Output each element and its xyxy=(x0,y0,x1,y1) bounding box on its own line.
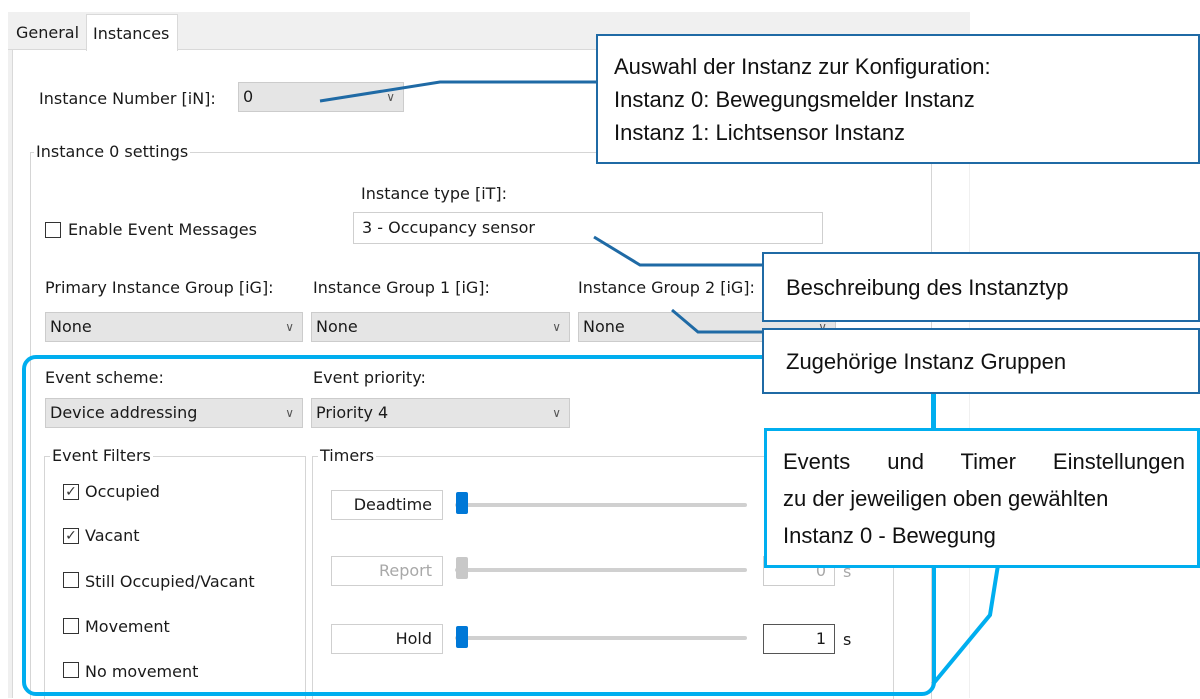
callout-line: zu der jeweiligen oben gewählten xyxy=(783,486,1109,511)
callout-connector-events-bottom xyxy=(931,564,1000,686)
callout-line: Events und Timer Einstellungen xyxy=(783,449,1185,474)
callout-line: Instanz 1: Lichtsensor Instanz xyxy=(614,120,906,145)
callout-groups: Zugehörige Instanz Gruppen xyxy=(762,328,1200,394)
callout-line: Instanz 0: Bewegungsmelder Instanz xyxy=(614,87,975,112)
callout-instance-type: Beschreibung des Instanztyp xyxy=(762,252,1200,322)
callout-connector-groups xyxy=(671,308,762,334)
callout-connector-instance xyxy=(319,80,598,103)
callout-connector-type xyxy=(593,235,762,267)
callout-events-timers: Events und Timer Einstellungen zu der je… xyxy=(764,428,1200,568)
callout-text: Zugehörige Instanz Gruppen xyxy=(786,349,1067,374)
callout-text: Beschreibung des Instanztyp xyxy=(786,275,1069,300)
callout-instance-selection: Auswahl der Instanz zur Konfiguration: I… xyxy=(596,34,1200,164)
callout-line: Instanz 0 - Bewegung xyxy=(783,523,996,548)
callout-line: Auswahl der Instanz zur Konfiguration: xyxy=(614,54,991,79)
